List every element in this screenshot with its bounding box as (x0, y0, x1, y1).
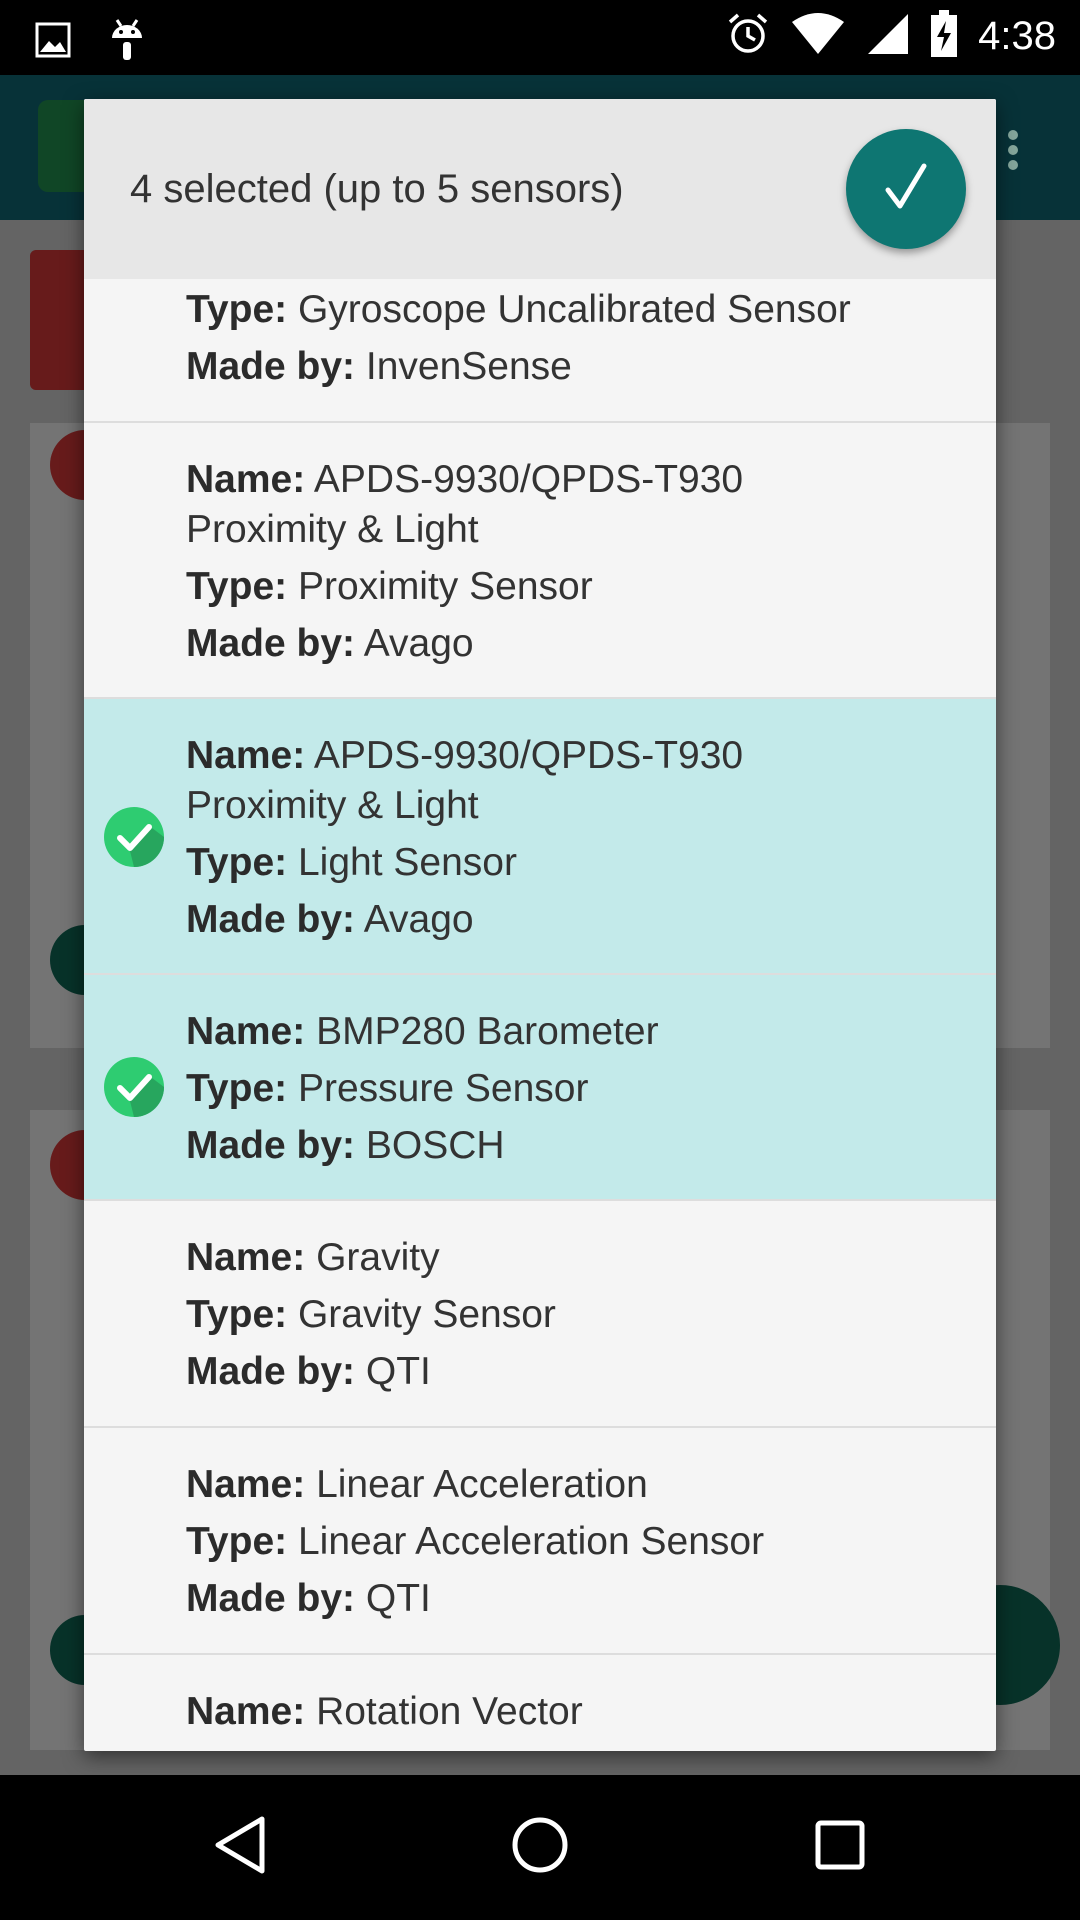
sensor-maker: Made by: QTI (186, 1577, 431, 1620)
sensor-item-selected[interactable]: Name: BMP280 Barometer Type: Pressure Se… (84, 975, 996, 1201)
sensor-type: Type: Proximity Sensor (186, 565, 593, 608)
dialog-header: 4 selected (up to 5 sensors) (84, 99, 996, 279)
recents-icon (812, 1817, 868, 1878)
sensor-item[interactable]: Name: Linear Acceleration Type: Linear A… (84, 1428, 996, 1655)
sensor-item[interactable]: Type: Gyroscope Uncalibrated Sensor Made… (84, 279, 996, 423)
sensor-maker: Made by: QTI (186, 1350, 431, 1393)
back-icon (210, 1813, 270, 1882)
signal-icon (866, 12, 910, 61)
sensor-type: Type: Light Sensor (186, 841, 517, 884)
check-circle-icon (104, 807, 164, 867)
sensor-name: Name: APDS-9930/QPDS-T930 (186, 734, 744, 777)
sensor-type: Type: Gravity Sensor (186, 1293, 556, 1336)
sensor-item-selected[interactable]: Name: APDS-9930/QPDS-T930 Proximity & Li… (84, 699, 996, 975)
sensor-name: Name: Rotation Vector (186, 1690, 583, 1733)
sensor-maker: Made by: Avago (186, 898, 474, 941)
sensor-type: Type: Linear Acceleration Sensor (186, 1520, 765, 1563)
check-circle-icon (104, 1057, 164, 1117)
sensor-item[interactable]: Name: Gravity Type: Gravity Sensor Made … (84, 1201, 996, 1428)
image-icon (35, 22, 71, 63)
sensor-name: Name: APDS-9930/QPDS-T930 (186, 458, 744, 501)
sensor-name: Name: BMP280 Barometer (186, 1010, 659, 1053)
sensor-item[interactable]: Name: APDS-9930/QPDS-T930 Proximity & Li… (84, 423, 996, 699)
sensor-name: Name: Gravity (186, 1236, 440, 1279)
wifi-icon (790, 12, 846, 61)
android-icon (109, 18, 145, 67)
sensor-maker: Made by: Avago (186, 622, 474, 665)
sensor-name-continued: Proximity & Light (186, 508, 479, 551)
navigation-bar (0, 1775, 1080, 1920)
back-button[interactable] (140, 1775, 340, 1920)
clock: 4:38 (978, 14, 1056, 58)
selection-count: 4 selected (up to 5 sensors) (130, 167, 624, 211)
status-bar: 4:38 (0, 0, 1080, 75)
sensor-type: Type: Pressure Sensor (186, 1067, 589, 1110)
sensor-type: Type: Gyroscope Uncalibrated Sensor (186, 288, 851, 331)
alarm-icon (726, 12, 770, 61)
checkmark-icon (878, 160, 934, 219)
sensor-maker: Made by: BOSCH (186, 1124, 505, 1167)
battery-charging-icon (930, 10, 958, 63)
sensor-maker: Made by: InvenSense (186, 345, 572, 388)
recents-button[interactable] (740, 1775, 940, 1920)
sensor-select-dialog: 4 selected (up to 5 sensors) Type: Gyros… (84, 99, 996, 1751)
sensor-name-continued: Proximity & Light (186, 784, 479, 827)
home-icon (510, 1815, 570, 1880)
home-button[interactable] (440, 1775, 640, 1920)
sensor-list[interactable]: Type: Gyroscope Uncalibrated Sensor Made… (84, 279, 996, 1751)
confirm-button[interactable] (846, 129, 966, 249)
sensor-item[interactable]: Name: Rotation Vector (84, 1655, 996, 1751)
sensor-name: Name: Linear Acceleration (186, 1463, 648, 1506)
